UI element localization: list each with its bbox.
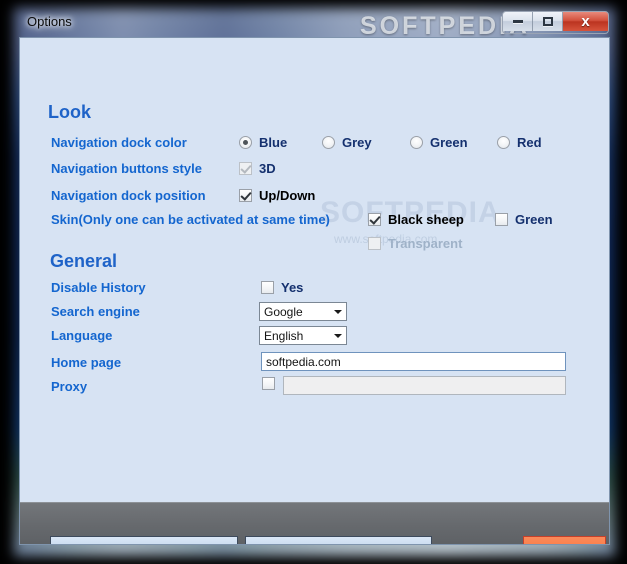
maximize-button[interactable] — [533, 12, 563, 31]
checkbox-icon-black-sheep — [368, 213, 381, 226]
input-proxy-address — [283, 376, 566, 395]
desktop-background: SOFTPEDIA Options x SOFTPEDIA www.softpe… — [0, 0, 627, 564]
dropdown-language[interactable]: English — [259, 326, 347, 345]
checkbox-icon-transparent — [368, 237, 381, 250]
checkbox-label-3d: 3D — [259, 161, 276, 176]
maximize-icon — [542, 17, 553, 26]
radio-dock-color-blue[interactable]: Blue — [239, 135, 287, 150]
radio-dock-color-green[interactable]: Green — [410, 135, 468, 150]
about-simple-browse-button[interactable]: About Simple Browse — [50, 536, 238, 544]
close-icon: x — [581, 13, 590, 30]
label-language: Language — [51, 328, 113, 343]
checkbox-disable-history-yes[interactable]: Yes — [261, 280, 303, 295]
section-heading-look: Look — [48, 102, 91, 122]
radio-dock-color-red[interactable]: Red — [497, 135, 542, 150]
label-proxy: Proxy — [51, 379, 88, 394]
section-heading-general: General — [50, 251, 118, 271]
input-home-page[interactable]: softpedia.com — [261, 352, 566, 371]
checkbox-icon-skin-green — [495, 213, 508, 226]
window-controls: x — [502, 11, 609, 34]
label-navigation-buttons-style: Navigation buttons style — [51, 161, 202, 176]
checkbox-skin-transparent: Transparent — [368, 236, 462, 251]
radio-icon-grey — [322, 136, 335, 149]
radio-label-blue: Blue — [259, 135, 288, 150]
dropdown-value-language: English — [264, 328, 304, 343]
window-client-area: SOFTPEDIA www.softpedia.com Look Navigat… — [19, 37, 610, 545]
label-skin: Skin(Only one can be activated at same t… — [51, 212, 330, 227]
dropdown-search-engine[interactable]: Google — [259, 302, 347, 321]
minimize-button[interactable] — [503, 12, 533, 31]
checkbox-label-updown: Up/Down — [259, 188, 316, 203]
title-bar[interactable]: Options x — [14, 8, 615, 37]
minimize-icon — [512, 20, 523, 23]
label-search-engine: Search engine — [51, 304, 140, 319]
radio-icon-blue — [239, 136, 252, 149]
checkbox-icon-disable-history — [261, 281, 274, 294]
dropdown-value-search-engine: Google — [264, 304, 303, 319]
checkbox-buttons-style-3d[interactable]: 3D — [239, 161, 276, 176]
chevron-down-icon — [330, 334, 346, 338]
checkbox-proxy-enable[interactable] — [262, 377, 275, 390]
input-value-home-page: softpedia.com — [266, 354, 341, 369]
checkbox-skin-green[interactable]: Green — [495, 212, 553, 227]
radio-icon-green — [410, 136, 423, 149]
checkbox-skin-black-sheep[interactable]: Black sheep — [368, 212, 464, 227]
radio-icon-red — [497, 136, 510, 149]
checkbox-label-black-sheep: Black sheep — [388, 212, 464, 227]
options-window: Options x SOFTPEDIA www.softpedia.com Lo… — [14, 8, 615, 550]
dialog-button-bar: About Simple Browse Set to defaults Appl… — [20, 502, 609, 544]
checkbox-icon-3d — [239, 162, 252, 175]
checkbox-label-skin-green: Green — [515, 212, 553, 227]
apply-button[interactable]: Apply — [523, 536, 606, 544]
window-title: Options — [27, 14, 72, 29]
checkbox-dock-position-updown[interactable]: Up/Down — [239, 188, 315, 203]
set-to-defaults-button[interactable]: Set to defaults — [245, 536, 432, 544]
radio-label-grey: Grey — [342, 135, 372, 150]
label-disable-history: Disable History — [51, 280, 146, 295]
chevron-down-icon — [330, 310, 346, 314]
checkbox-icon-updown — [239, 189, 252, 202]
options-panel: SOFTPEDIA www.softpedia.com Look Navigat… — [20, 38, 609, 502]
radio-label-red: Red — [517, 135, 542, 150]
radio-label-green: Green — [430, 135, 468, 150]
label-navigation-dock-color: Navigation dock color — [51, 135, 187, 150]
radio-dock-color-grey[interactable]: Grey — [322, 135, 372, 150]
close-button[interactable]: x — [563, 12, 608, 31]
label-home-page: Home page — [51, 355, 122, 370]
checkbox-label-transparent: Transparent — [388, 236, 463, 251]
checkbox-label-yes: Yes — [281, 280, 304, 295]
label-navigation-dock-position: Navigation dock position — [51, 188, 206, 203]
